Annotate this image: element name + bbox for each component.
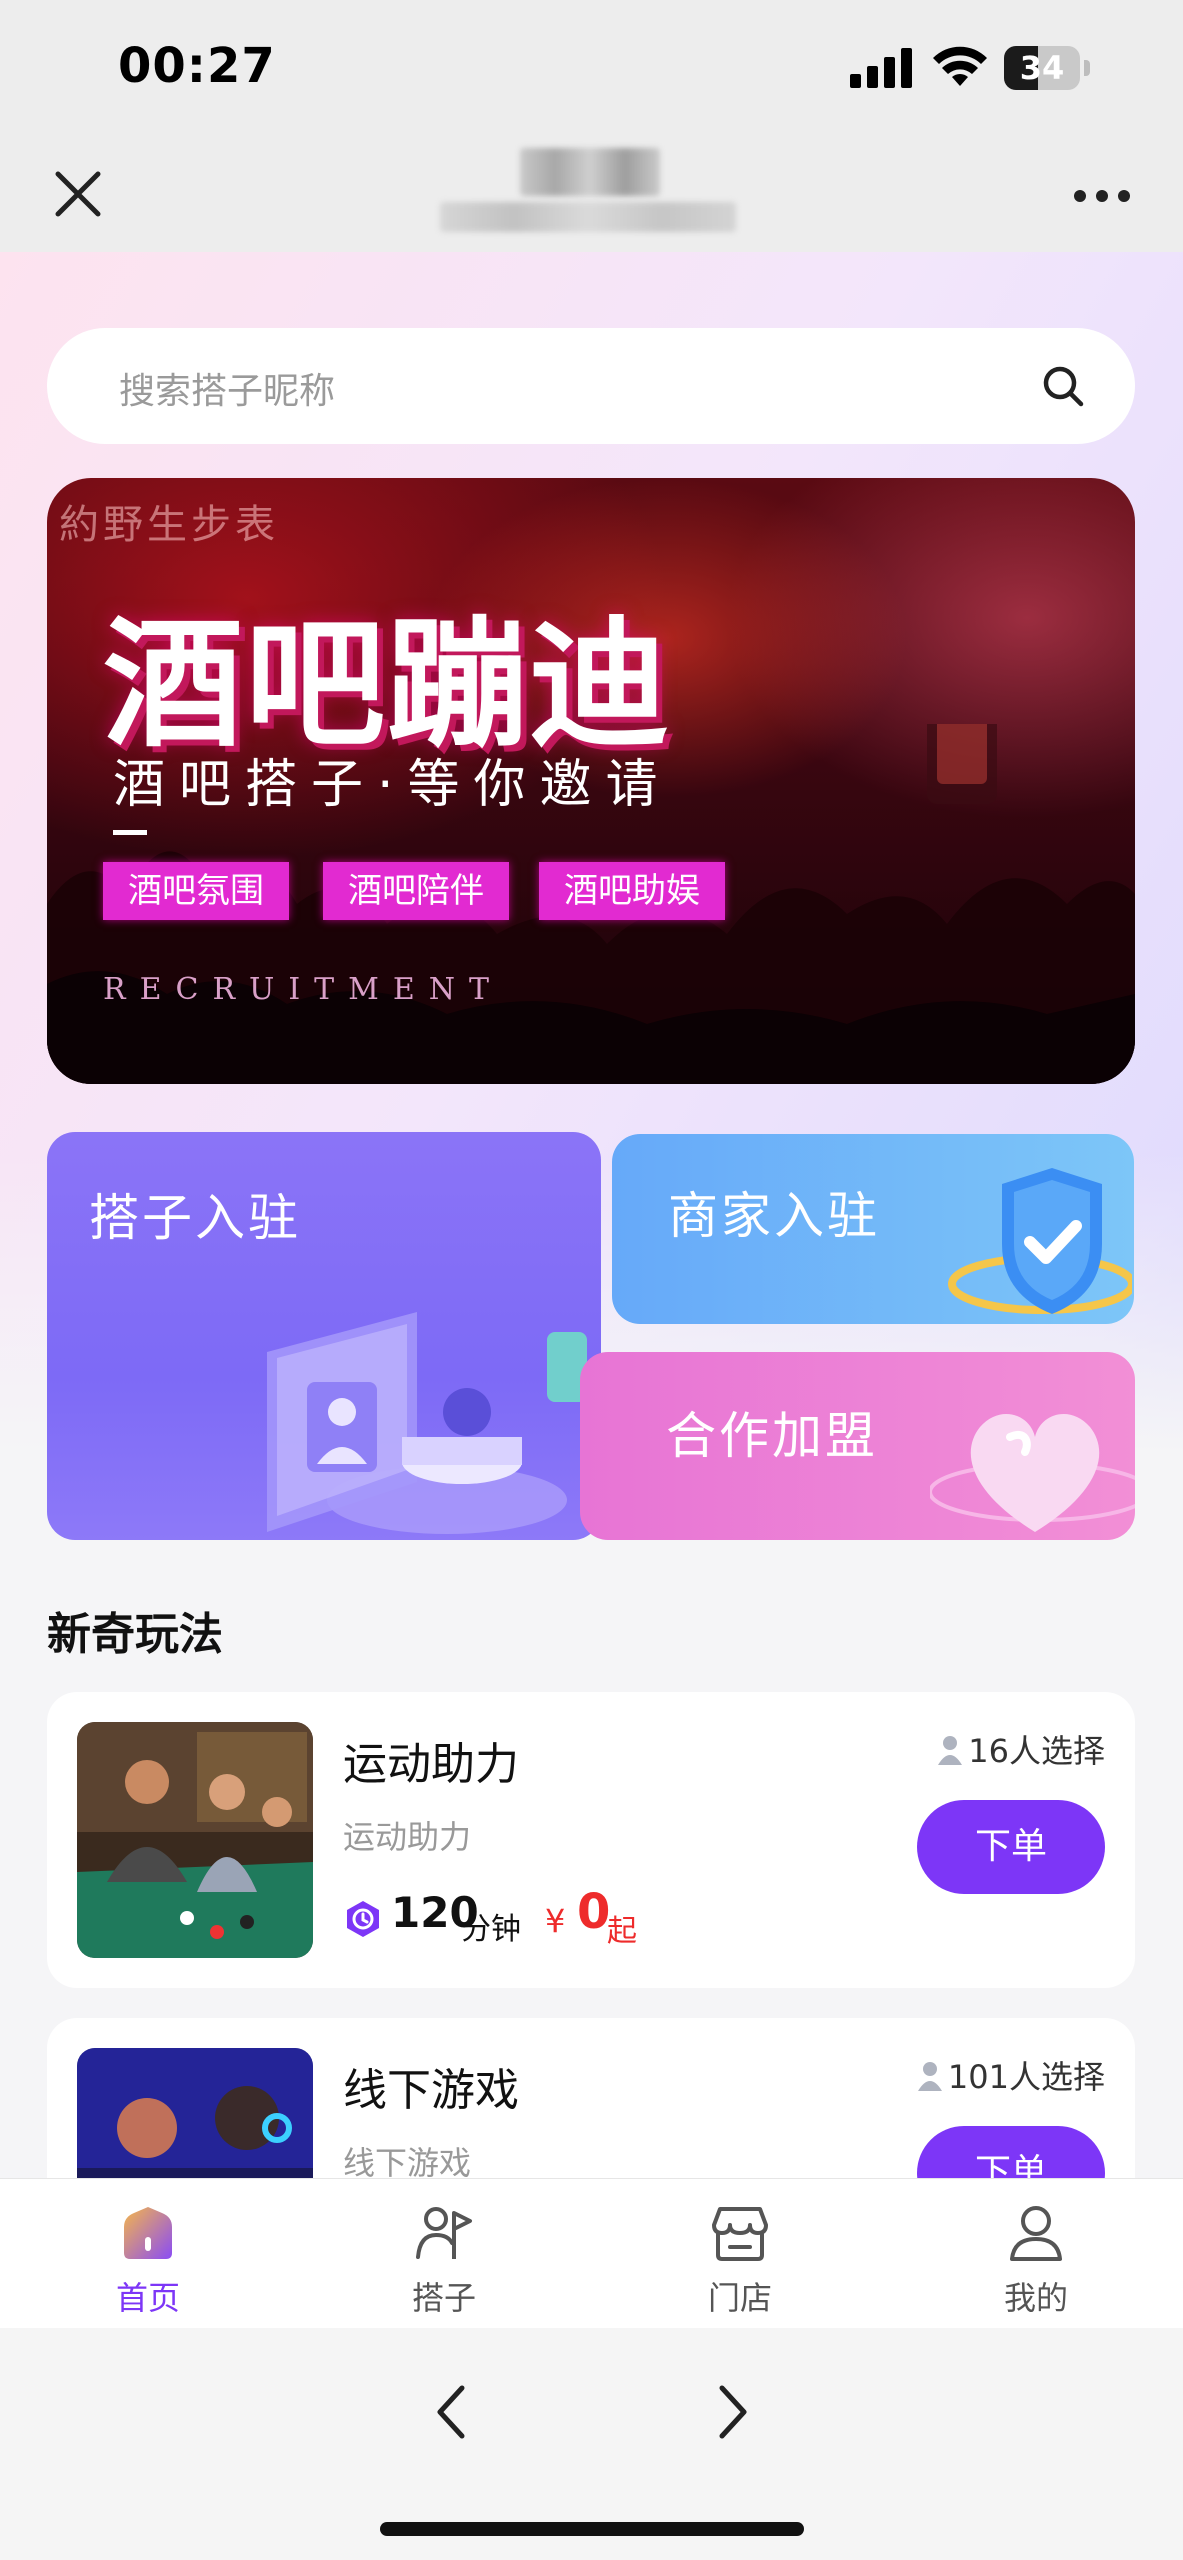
- item-description: 运动助力: [343, 1818, 472, 1856]
- clock-icon: [347, 1901, 379, 1937]
- banner-tag-entertainment: 酒吧助娱: [539, 862, 725, 920]
- more-options-icon[interactable]: [1074, 184, 1134, 208]
- promo-banner[interactable]: 約野生步表 酒吧蹦迪 酒吧搭子·等你邀请 酒吧氛围 酒吧陪伴 酒吧助娱 RECR…: [47, 478, 1135, 1084]
- tab-profile[interactable]: 我的: [888, 2179, 1183, 2329]
- search-icon[interactable]: [1041, 364, 1085, 408]
- home-indicator[interactable]: [380, 2522, 804, 2536]
- tab-partner[interactable]: 搭子: [296, 2179, 592, 2329]
- banner-tag-company: 酒吧陪伴: [323, 862, 509, 920]
- battery-tip: [1084, 60, 1090, 76]
- merchant-join-card[interactable]: 商家入驻: [612, 1134, 1134, 1324]
- cellular-signal-icon: [850, 48, 914, 88]
- item-description: 线下游戏: [343, 2144, 472, 2178]
- price-suffix: 起: [607, 1914, 637, 1949]
- banner-subtitle: 酒吧搭子·等你邀请: [113, 755, 672, 815]
- heart-icon: [930, 1413, 1135, 1532]
- banner-divider: [113, 830, 147, 835]
- mini-program-navbar: [0, 140, 1183, 252]
- tab-store-label: 门店: [707, 2279, 772, 2317]
- search-input[interactable]: 搜索搭子昵称: [119, 362, 335, 414]
- selection-count: 16人选择: [938, 1726, 1105, 1772]
- person-icon: [917, 2062, 942, 2091]
- partner-icon: [416, 2207, 472, 2259]
- order-button[interactable]: 下单: [917, 1800, 1105, 1894]
- person-icon: [938, 1736, 963, 1765]
- store-icon: [712, 2207, 768, 2261]
- price-value: 0: [577, 1884, 611, 1940]
- search-bar[interactable]: 搜索搭子昵称: [47, 328, 1135, 444]
- banner-tag-atmosphere: 酒吧氛围: [103, 862, 289, 920]
- battery-level: 34: [1019, 49, 1065, 87]
- partner-join-card[interactable]: 搭子入驻: [47, 1132, 601, 1540]
- order-button[interactable]: 下单: [917, 2126, 1105, 2178]
- forward-icon[interactable]: [708, 2382, 756, 2442]
- tab-partner-label: 搭子: [411, 2279, 476, 2317]
- wifi-icon: [933, 46, 987, 86]
- merchant-join-label: 商家入驻: [668, 1187, 880, 1245]
- section-title: 新奇玩法: [47, 1609, 223, 1660]
- game-night-photo: [77, 2048, 313, 2178]
- selection-count-text: 101人选择: [947, 2058, 1105, 2096]
- banner-recruitment-text: RECRUITMENT: [103, 972, 504, 1007]
- back-icon[interactable]: [428, 2382, 476, 2442]
- close-icon[interactable]: [48, 164, 108, 224]
- selection-count-text: 16人选择: [968, 1732, 1105, 1770]
- browser-toolbar: [0, 2328, 1183, 2560]
- tab-home[interactable]: 首页: [0, 2179, 296, 2329]
- price-currency: ¥: [545, 1902, 566, 1940]
- bottom-tab-bar: 首页 搭子 门店 我的: [0, 2178, 1183, 2328]
- duration-unit: 分钟: [461, 1912, 521, 1947]
- profile-icon: [1010, 2206, 1062, 2261]
- blurred-title: [520, 148, 660, 196]
- home-icon: [124, 2207, 172, 2259]
- banner-sign-text: 約野生步表: [59, 502, 279, 548]
- battery-icon: 34: [1004, 46, 1080, 90]
- cooperation-label: 合作加盟: [666, 1407, 878, 1465]
- tab-profile-label: 我的: [1003, 2279, 1068, 2317]
- billiards-photo: [77, 1722, 313, 1958]
- cooperation-card[interactable]: 合作加盟: [580, 1352, 1135, 1540]
- shield-check-icon: [948, 1168, 1132, 1314]
- tab-home-label: 首页: [115, 2279, 180, 2317]
- main-content: 搜索搭子昵称 約野生步表 酒吧蹦迪 酒吧搭子·等你邀请 酒吧氛围 酒吧陪伴 酒吧…: [0, 252, 1183, 2178]
- status-time: 00:27: [118, 38, 276, 94]
- tab-store[interactable]: 门店: [592, 2179, 888, 2329]
- item-name: 运动助力: [343, 1739, 519, 1790]
- status-bar: 00:27 34: [0, 0, 1183, 140]
- list-item[interactable]: 线下游戏 线下游戏 101人选择 下单: [47, 2018, 1135, 2178]
- blurred-subtitle: [440, 202, 736, 232]
- selection-count: 101人选择: [917, 2052, 1105, 2098]
- item-name: 线下游戏: [343, 2065, 519, 2116]
- video-call-illustration: [267, 1312, 587, 1534]
- list-item[interactable]: 运动助力 运动助力 120 分钟 ¥ 0 起 16人选择 下单: [47, 1692, 1135, 1988]
